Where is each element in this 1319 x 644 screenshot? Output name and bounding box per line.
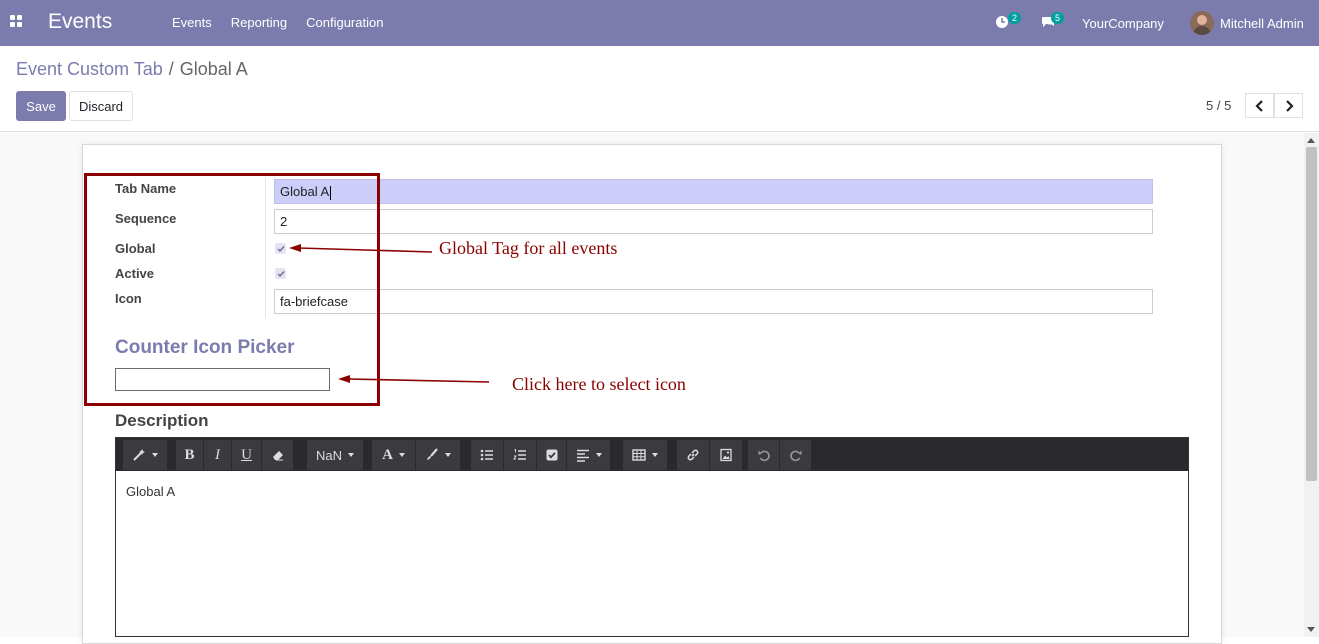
font-color-label: A xyxy=(382,446,393,463)
font-size-label: NaN xyxy=(315,447,342,463)
checkbox-icon xyxy=(546,449,557,461)
italic-button[interactable]: I xyxy=(204,440,232,470)
insert-image-button[interactable] xyxy=(710,440,743,470)
toolbar-group-font: B I U xyxy=(176,440,294,470)
list-ul-icon xyxy=(480,449,493,461)
undo-icon xyxy=(758,450,770,462)
align-left-icon xyxy=(576,449,589,462)
editor-toolbar: B I U NaN A xyxy=(116,438,1188,471)
background-color-button[interactable] xyxy=(416,440,461,470)
table-icon xyxy=(632,449,646,461)
link-icon xyxy=(687,449,699,461)
undo-button[interactable] xyxy=(748,440,780,470)
toolbar-group-history xyxy=(748,440,812,470)
underline-button[interactable]: U xyxy=(232,440,262,470)
arrow-global xyxy=(289,244,433,253)
numbered-list-button[interactable] xyxy=(504,440,537,470)
table-dropdown-button[interactable] xyxy=(623,440,668,470)
toolbar-group-lists xyxy=(471,440,611,470)
arrow-picker xyxy=(338,375,490,383)
annotation-click-select-icon: Click here to select icon xyxy=(512,374,686,394)
editor-content[interactable]: Global A xyxy=(126,484,175,499)
style-dropdown-button[interactable] xyxy=(123,440,168,470)
list-ol-icon xyxy=(513,449,526,460)
checklist-button[interactable] xyxy=(537,440,567,470)
font-size-dropdown[interactable]: NaN xyxy=(307,440,364,470)
scroll-thumb[interactable] xyxy=(1306,147,1317,481)
eraser-icon xyxy=(272,451,283,461)
annotation-global-tag: Global Tag for all events xyxy=(439,238,618,258)
toolbar-group-table xyxy=(623,440,668,470)
paint-brush-icon xyxy=(427,448,438,460)
description-editor: B I U NaN A Global A xyxy=(115,437,1189,637)
redo-icon xyxy=(789,450,801,462)
clear-format-button[interactable] xyxy=(262,440,294,470)
toolbar-group-size: NaN xyxy=(307,440,364,470)
redo-button[interactable] xyxy=(780,440,812,470)
image-icon xyxy=(720,448,732,462)
bold-button[interactable]: B xyxy=(176,440,204,470)
toolbar-group-style xyxy=(123,440,168,470)
page-scrollbar[interactable] xyxy=(1304,133,1319,637)
magic-wand-icon xyxy=(133,449,145,461)
paragraph-align-dropdown[interactable] xyxy=(567,440,611,470)
scroll-up-arrow-icon[interactable] xyxy=(1307,138,1315,143)
scroll-down-arrow-icon[interactable] xyxy=(1307,627,1315,632)
toolbar-group-insert xyxy=(677,440,743,470)
toolbar-group-color: A xyxy=(372,440,461,470)
insert-link-button[interactable] xyxy=(677,440,710,470)
font-color-button[interactable]: A xyxy=(372,440,416,470)
bullet-list-button[interactable] xyxy=(471,440,504,470)
